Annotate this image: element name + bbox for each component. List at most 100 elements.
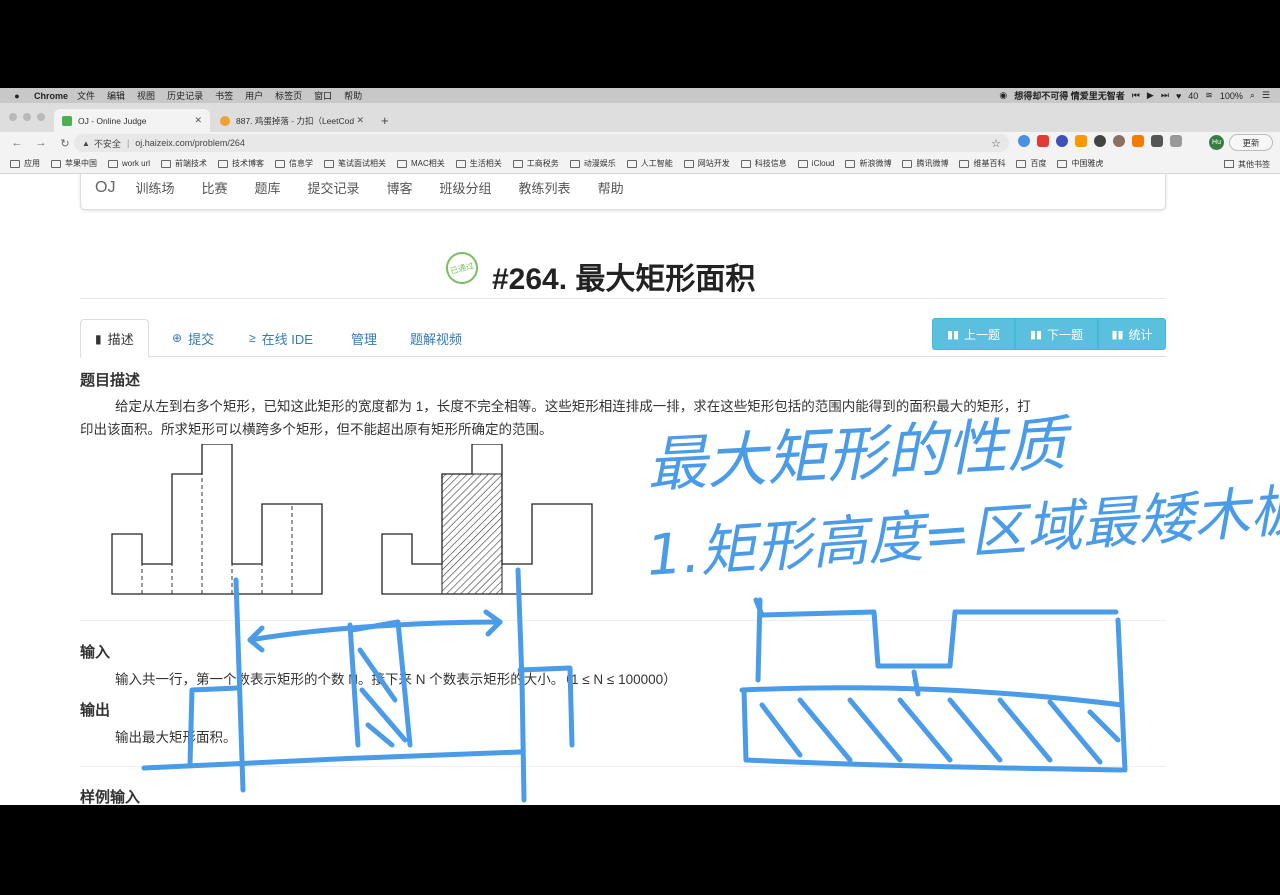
bookmark-star-icon[interactable]: ☆ — [991, 137, 1001, 150]
zoom-window-icon[interactable] — [37, 113, 45, 121]
bookmark-item[interactable]: iCloud — [797, 159, 834, 168]
metamask-icon[interactable] — [1075, 135, 1087, 147]
leetcode-favicon-icon — [220, 115, 230, 126]
browser-tab-oj[interactable]: OJ - Online Judge ✕ — [54, 109, 210, 132]
nav-problemset[interactable]: 题库 — [254, 178, 280, 197]
bookmark-item[interactable]: 维基百科 — [959, 158, 1005, 169]
menu-item[interactable]: 书签 — [215, 89, 233, 102]
bookmark-item[interactable]: 网站开发 — [683, 158, 730, 169]
nav-help[interactable]: 帮助 — [598, 178, 624, 197]
next-problem-button[interactable]: ▮▮ 下一题 — [1015, 318, 1098, 350]
previous-track-icon[interactable]: ⏮ — [1132, 90, 1140, 101]
bookmark-item[interactable]: 技术博客 — [218, 158, 264, 169]
tab-online-ide[interactable]: ≥ 在线 IDE — [235, 319, 327, 357]
bookmark-item[interactable]: 动漫娱乐 — [569, 158, 616, 169]
other-bookmarks[interactable]: 其他书签 — [1224, 154, 1270, 174]
extension-icon[interactable] — [1113, 135, 1125, 147]
bookmark-item[interactable]: MAC相关 — [397, 158, 445, 169]
upload-icon: ⊕ — [172, 331, 183, 345]
address-bar[interactable]: ▲ 不安全 | oj.haizeix.com/problem/264 ☆ — [74, 134, 1009, 152]
close-tab-icon[interactable]: ✕ — [194, 115, 202, 126]
update-button[interactable]: 更新 — [1229, 134, 1273, 151]
extension-icon[interactable] — [1132, 135, 1144, 147]
nav-training[interactable]: 训练场 — [135, 178, 174, 197]
minimize-window-icon[interactable] — [23, 113, 31, 121]
extension-icon[interactable] — [1018, 135, 1030, 147]
menu-item[interactable]: 标签页 — [275, 89, 302, 102]
site-navbar: OJ 训练场 比赛 题库 提交记录 博客 班级分组 教练列表 帮助 — [80, 174, 1166, 210]
bookmark-item[interactable]: 腾讯微博 — [902, 158, 948, 169]
bookmark-label: 前端技术 — [175, 159, 208, 168]
nav-groups[interactable]: 班级分组 — [440, 178, 492, 197]
bookmark-item[interactable]: work url — [108, 159, 150, 168]
reading-list-icon[interactable] — [1170, 135, 1182, 147]
extension-icon[interactable] — [1094, 135, 1106, 147]
tab-description[interactable]: ▮ 描述 — [80, 319, 149, 358]
site-brand[interactable]: OJ — [95, 179, 115, 197]
reload-icon[interactable]: ↻ — [58, 137, 72, 150]
browser-tab-leetcode[interactable]: 887. 鸡蛋掉落 - 力扣（LeetCod ✕ — [212, 109, 372, 132]
extension-icon[interactable] — [1037, 135, 1049, 147]
bookmark-item[interactable]: 苹果中国 — [51, 158, 97, 169]
nav-blog[interactable]: 博客 — [387, 178, 413, 197]
heart-icon[interactable]: ♥ — [1176, 91, 1181, 101]
folder-icon — [275, 159, 286, 168]
bookmark-item[interactable]: 应用 — [10, 158, 40, 169]
bookmark-item[interactable]: 新浪微博 — [845, 158, 891, 169]
button-label: 下一题 — [1047, 327, 1084, 342]
bar-chart-icon: ▮▮ — [1029, 328, 1043, 341]
bookmark-item[interactable]: 笔试面试相关 — [324, 158, 386, 169]
bookmark-item[interactable]: 科技信息 — [740, 158, 787, 169]
warning-icon[interactable]: ▲ — [82, 139, 90, 148]
nav-coaches[interactable]: 教练列表 — [519, 178, 571, 197]
app-menu[interactable]: Chrome — [34, 91, 68, 101]
menu-item[interactable]: 历史记录 — [167, 89, 203, 102]
bookmark-item[interactable]: 生活相关 — [455, 158, 502, 169]
menu-item[interactable]: 视图 — [137, 89, 155, 102]
play-icon[interactable]: ▶ — [1147, 90, 1154, 101]
apple-menu-icon[interactable]: ● — [10, 91, 24, 101]
bookmark-item[interactable]: 工商税务 — [512, 158, 559, 169]
profile-avatar[interactable]: Hu — [1209, 135, 1224, 150]
bookmark-label: 新浪微博 — [859, 159, 892, 168]
statistics-button[interactable]: ▮▮ 统计 — [1098, 318, 1166, 350]
bookmark-label: 科技信息 — [754, 159, 787, 168]
web-page: OJ 训练场 比赛 题库 提交记录 博客 班级分组 教练列表 帮助 已通过 #2… — [0, 174, 1280, 805]
bookmark-item[interactable]: 信息学 — [275, 158, 313, 169]
apps-grid-icon — [10, 159, 20, 168]
url-text[interactable]: oj.haizeix.com/problem/264 — [135, 138, 245, 148]
tab-solution-video[interactable]: 题解视频 — [396, 319, 476, 357]
wifi-icon[interactable]: ≋ — [1205, 90, 1213, 101]
forward-icon[interactable]: → — [34, 137, 48, 149]
tab-submit[interactable]: ⊕ 提交 — [158, 319, 228, 357]
menu-item[interactable]: 文件 — [77, 89, 95, 102]
security-label[interactable]: 不安全 — [94, 137, 121, 150]
next-track-icon[interactable]: ⏭ — [1161, 90, 1169, 101]
bookmark-item[interactable]: 人工智能 — [626, 158, 673, 169]
menu-item[interactable]: 帮助 — [344, 89, 362, 102]
menu-item[interactable]: 编辑 — [107, 89, 125, 102]
folder-icon — [108, 159, 118, 168]
bookmark-label: 人工智能 — [640, 159, 673, 168]
close-window-icon[interactable] — [9, 113, 17, 121]
menu-item[interactable]: 用户 — [245, 89, 263, 102]
music-app-icon[interactable]: ◉ — [999, 90, 1007, 101]
back-icon[interactable]: ← — [10, 137, 24, 149]
extension-icon[interactable] — [1056, 135, 1068, 147]
oj-favicon-icon — [62, 115, 72, 126]
close-tab-icon[interactable]: ✕ — [356, 115, 364, 126]
new-tab-icon[interactable]: + — [381, 113, 389, 128]
bookmark-item[interactable]: 前端技术 — [161, 158, 207, 169]
bookmark-item[interactable]: 中国雅虎 — [1057, 158, 1103, 169]
prev-problem-button[interactable]: ▮▮ 上一题 — [932, 318, 1015, 350]
menu-item[interactable]: 窗口 — [314, 89, 332, 102]
nav-submissions[interactable]: 提交记录 — [308, 178, 360, 197]
bookmark-item[interactable]: 百度 — [1016, 158, 1046, 169]
folder-icon — [626, 159, 637, 168]
puzzle-extensions-icon[interactable] — [1151, 135, 1163, 147]
control-center-icon[interactable]: ☰ — [1262, 90, 1270, 101]
battery-readout[interactable]: 100% — [1220, 91, 1243, 101]
tab-manage[interactable]: 管理 — [337, 319, 391, 357]
search-icon[interactable]: ⌕ — [1250, 90, 1255, 101]
nav-contest[interactable]: 比赛 — [201, 178, 227, 197]
